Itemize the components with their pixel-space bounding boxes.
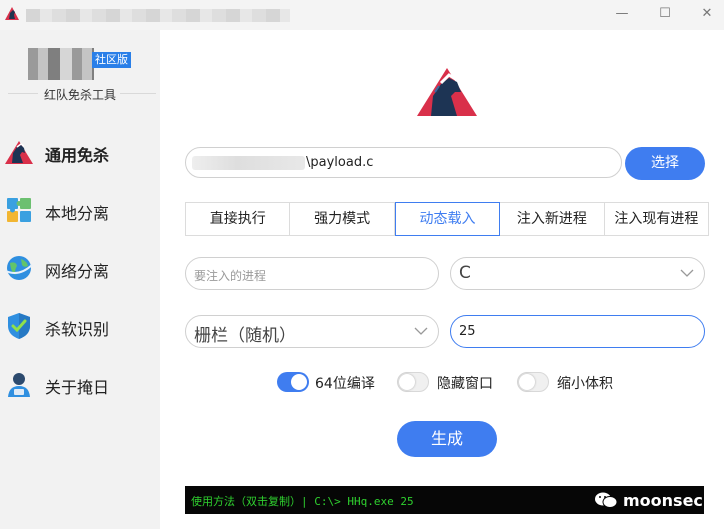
divider <box>120 93 156 94</box>
key-input[interactable]: 25 <box>450 315 705 348</box>
sidebar-item-about[interactable]: 关于掩日 <box>0 363 160 407</box>
wechat-icon <box>595 492 618 508</box>
chevron-down-icon <box>680 269 694 277</box>
sidebar-item-antivirus-detect[interactable]: 杀软识别 <box>0 305 160 349</box>
user-icon <box>8 373 30 397</box>
sidebar-item-local-separation[interactable]: 本地分离 <box>0 189 160 233</box>
generate-button[interactable]: 生成 <box>397 421 497 457</box>
horse-logo-icon <box>5 141 33 164</box>
file-path-text: \payload.c <box>306 155 374 170</box>
language-select-value: C <box>459 263 471 283</box>
process-input[interactable]: 要注入的进程 <box>185 257 439 290</box>
sidebar-item-label: 本地分离 <box>45 204 110 223</box>
toggle-switch[interactable] <box>517 372 549 392</box>
maximize-button[interactable]: ☐ <box>650 4 680 24</box>
sidebar-item-label: 关于掩日 <box>45 378 110 397</box>
language-select[interactable]: C <box>450 257 705 290</box>
encoding-select[interactable]: 栅栏（随机） <box>185 315 439 348</box>
sidebar-item-label: 杀软识别 <box>45 320 110 339</box>
app-logo-icon <box>5 7 19 20</box>
sidebar-item-label: 网络分离 <box>45 262 110 281</box>
sidebar: 社区版 红队免杀工具 通用免杀 本地分离 网络分离 杀软识别 关于掩日 <box>0 30 160 529</box>
tab-strong-mode[interactable]: 强力模式 <box>290 203 395 235</box>
app-subtitle: 红队免杀工具 <box>43 88 116 102</box>
watermark-text: moonsec <box>623 490 703 510</box>
tab-dynamic-load[interactable]: 动态载入 <box>394 202 501 236</box>
encoding-select-value: 栅栏（随机） <box>194 326 296 346</box>
app-logo-obscured <box>28 48 94 80</box>
sidebar-item-label: 通用免杀 <box>45 146 110 165</box>
mode-tabs: 直接执行 强力模式 动态载入 注入新进程 注入现有进程 <box>185 202 709 236</box>
title-bar: — ☐ ✕ <box>0 0 724 30</box>
sidebar-item-network-separation[interactable]: 网络分离 <box>0 247 160 291</box>
process-input-placeholder: 要注入的进程 <box>194 269 267 283</box>
key-input-value: 25 <box>459 324 476 339</box>
toggle-switch[interactable] <box>277 372 309 392</box>
shield-icon <box>8 313 30 339</box>
sidebar-item-general-evasion[interactable]: 通用免杀 <box>0 131 160 175</box>
select-file-button[interactable]: 选择 <box>625 147 705 180</box>
tab-direct-execute[interactable]: 直接执行 <box>186 203 291 235</box>
watermark: moonsec <box>594 486 703 514</box>
globe-icon <box>5 256 33 280</box>
file-path-obscured <box>192 156 305 170</box>
toggle-switch[interactable] <box>397 372 429 392</box>
toggle-label: 缩小体积 <box>557 376 613 392</box>
toggle-label: 隐藏窗口 <box>437 376 493 392</box>
tab-inject-existing-process[interactable]: 注入现有进程 <box>605 203 708 235</box>
toggle-label: 64位编译 <box>315 376 375 392</box>
horse-logo-icon <box>417 68 477 116</box>
window-title-obscured <box>26 9 290 22</box>
chevron-down-icon <box>414 327 428 335</box>
tab-inject-new-process[interactable]: 注入新进程 <box>500 203 605 235</box>
close-button[interactable]: ✕ <box>692 4 722 24</box>
minimize-button[interactable]: — <box>607 4 637 24</box>
puzzle-icon <box>7 198 31 222</box>
edition-badge: 社区版 <box>92 52 131 68</box>
payload-file-input[interactable]: \payload.c <box>185 147 622 178</box>
usage-text[interactable]: 使用方法（双击复制）| C:\> HHq.exe 25 <box>191 493 414 509</box>
